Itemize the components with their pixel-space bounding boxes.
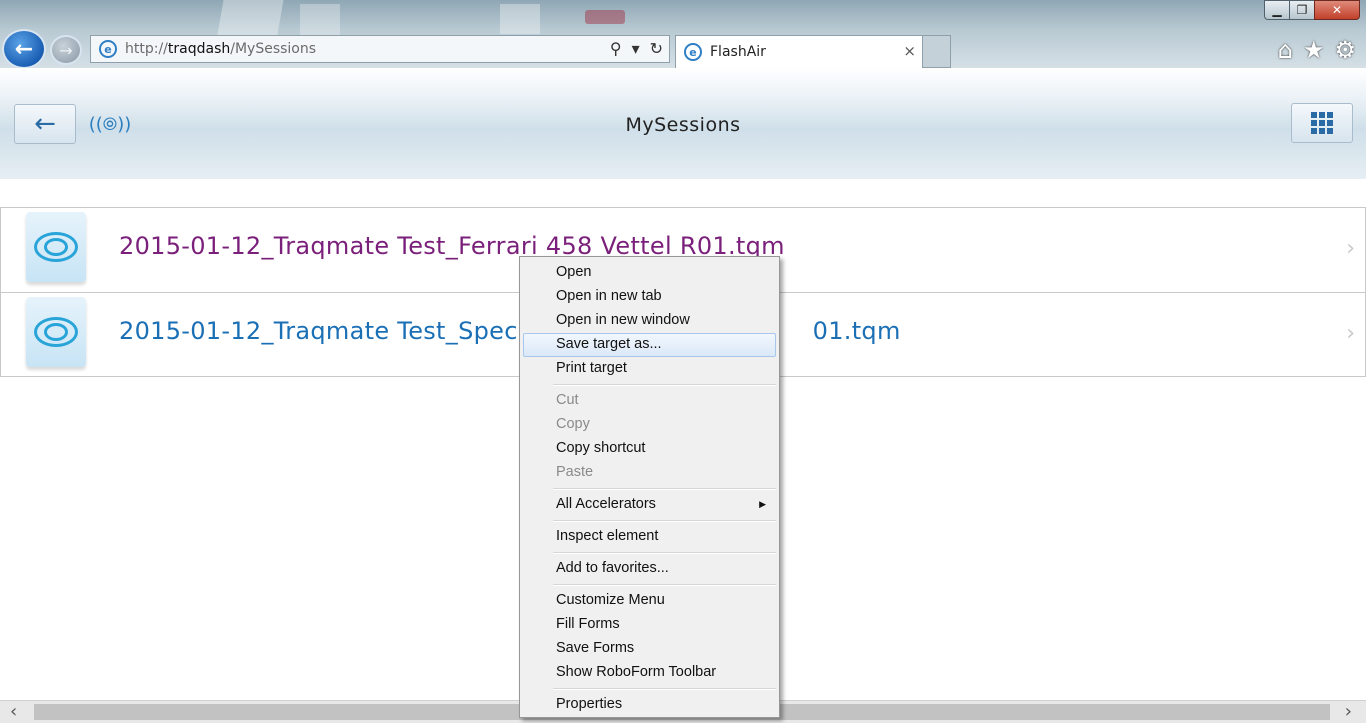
search-icon[interactable]: ⚲ bbox=[610, 39, 622, 58]
menu-item-fill-forms[interactable]: Fill Forms bbox=[523, 613, 776, 637]
window-controls: ▁ ❐ ✕ bbox=[1264, 0, 1360, 20]
address-domain: traqdash bbox=[167, 41, 231, 57]
menu-item-add-to-favorites[interactable]: Add to favorites... bbox=[523, 557, 776, 581]
address-tools: ⚲ ▾ ↻ bbox=[610, 39, 663, 58]
menu-item-all-accelerators-label: All Accelerators bbox=[556, 496, 656, 512]
minimize-button[interactable]: ▁ bbox=[1264, 0, 1290, 20]
favorites-star-icon[interactable]: ★ bbox=[1303, 36, 1325, 64]
scroll-left-arrow-icon[interactable]: ‹ bbox=[10, 701, 17, 722]
menu-separator bbox=[523, 517, 776, 525]
file-link[interactable]: 2015-01-12_Traqmate Test_Spec M 01.tqm bbox=[119, 317, 901, 345]
desktop-background-fragment bbox=[500, 4, 540, 34]
menu-item-open-new-window[interactable]: Open in new window bbox=[523, 309, 776, 333]
file-icon bbox=[26, 297, 86, 367]
address-path: /MySessions bbox=[230, 41, 317, 57]
submenu-arrow-icon: ▶ bbox=[759, 499, 766, 509]
menu-separator bbox=[523, 581, 776, 589]
page-title: MySessions bbox=[625, 114, 741, 136]
menu-item-save-forms[interactable]: Save Forms bbox=[523, 637, 776, 661]
browser-chrome: ▁ ❐ ✕ ← → e http://traqdash/MySessions ⚲… bbox=[0, 0, 1366, 68]
menu-separator bbox=[523, 549, 776, 557]
ie-tab-icon: e bbox=[684, 43, 702, 61]
grid-view-button[interactable] bbox=[1291, 103, 1353, 143]
home-icon[interactable]: ⌂ bbox=[1278, 36, 1293, 64]
app-header: ← ((⦾)) MySessions bbox=[0, 68, 1366, 179]
menu-item-cut: Cut bbox=[556, 392, 579, 408]
ie-page-icon: e bbox=[99, 40, 117, 58]
file-icon bbox=[26, 212, 86, 282]
file-link-head: 2015-01-12_Traqmate Test_Spec M bbox=[119, 317, 547, 345]
settings-gear-icon[interactable]: ⚙ bbox=[1334, 36, 1356, 64]
browser-toolbar: ⌂ ★ ⚙ bbox=[1278, 36, 1356, 64]
new-tab-button[interactable] bbox=[923, 35, 951, 68]
tab-close-icon[interactable]: × bbox=[903, 42, 916, 60]
close-window-button[interactable]: ✕ bbox=[1314, 0, 1360, 20]
menu-separator bbox=[523, 381, 776, 389]
menu-item-open[interactable]: Open bbox=[523, 261, 776, 285]
refresh-icon[interactable]: ↻ bbox=[650, 39, 663, 58]
scroll-right-arrow-icon[interactable]: › bbox=[1345, 701, 1352, 722]
tab-flashair[interactable]: e FlashAir × bbox=[675, 35, 923, 68]
menu-item-customize-menu[interactable]: Customize Menu bbox=[523, 589, 776, 613]
chevron-right-icon: › bbox=[1346, 236, 1355, 261]
desktop-background-fragment bbox=[585, 10, 625, 24]
menu-item-inspect-element[interactable]: Inspect element bbox=[523, 525, 776, 549]
menu-separator bbox=[523, 685, 776, 693]
file-link-tail: 01.tqm bbox=[812, 317, 901, 345]
grid-icon bbox=[1311, 112, 1333, 134]
address-scheme: http:// bbox=[125, 41, 168, 57]
dropdown-arrow-icon[interactable]: ▾ bbox=[632, 39, 640, 58]
menu-item-show-roboform-toolbar[interactable]: Show RoboForm Toolbar bbox=[523, 661, 776, 685]
menu-item-save-target-as[interactable]: Save target as... bbox=[523, 333, 776, 357]
chevron-right-icon: › bbox=[1346, 321, 1355, 346]
desktop-background-fragment bbox=[216, 0, 284, 40]
browser-forward-button[interactable]: → bbox=[50, 35, 82, 65]
menu-item-open-new-tab[interactable]: Open in new tab bbox=[523, 285, 776, 309]
tab-title: FlashAir bbox=[710, 44, 766, 60]
menu-item-copy: Copy bbox=[556, 416, 590, 432]
menu-item-copy-shortcut[interactable]: Copy shortcut bbox=[523, 437, 776, 461]
menu-separator bbox=[523, 485, 776, 493]
restore-button[interactable]: ❐ bbox=[1289, 0, 1315, 20]
address-bar[interactable]: e http://traqdash/MySessions ⚲ ▾ ↻ bbox=[90, 35, 670, 63]
menu-item-properties[interactable]: Properties bbox=[523, 693, 776, 717]
browser-back-button[interactable]: ← bbox=[2, 29, 46, 68]
menu-item-print-target[interactable]: Print target bbox=[523, 357, 776, 381]
menu-item-all-accelerators[interactable]: All Accelerators ▶ bbox=[523, 493, 776, 517]
menu-item-paste: Paste bbox=[556, 464, 594, 480]
context-menu: Open Open in new tab Open in new window … bbox=[519, 256, 780, 718]
